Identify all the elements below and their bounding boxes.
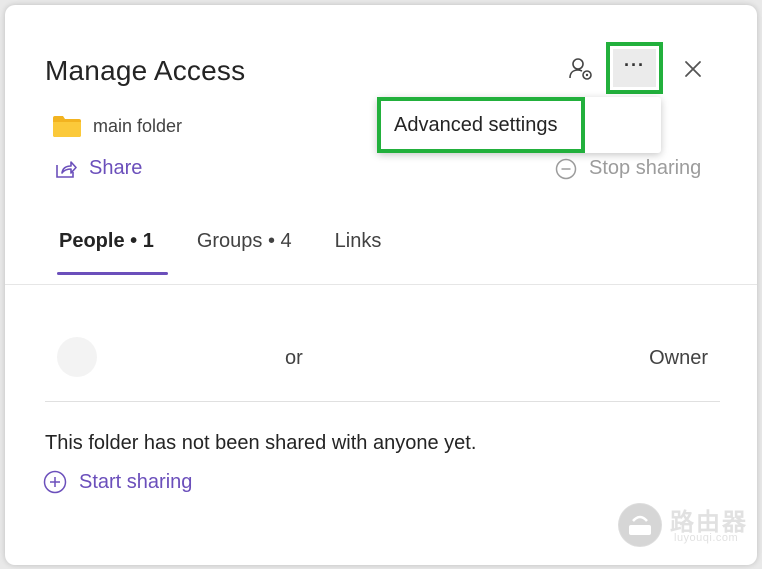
person-name: or	[285, 347, 303, 369]
close-icon	[685, 61, 701, 77]
share-label: Share	[89, 157, 143, 179]
stop-sharing-button[interactable]: Stop sharing	[555, 157, 701, 180]
dialog-title: Manage Access	[45, 55, 246, 86]
people-settings-button[interactable]	[565, 53, 597, 85]
watermark: 路由器 luyouqi.com	[618, 500, 758, 550]
manage-access-dialog: Manage Access ··· main folder Share Stop…	[5, 5, 757, 565]
start-sharing-button[interactable]: Start sharing	[43, 470, 192, 494]
share-icon	[56, 160, 77, 178]
tab-people[interactable]: People • 1	[45, 227, 168, 275]
more-options-menu: Advanced settings	[377, 97, 661, 153]
folder-icon	[53, 116, 81, 137]
more-options-button[interactable]: ···	[606, 42, 663, 94]
menu-item-advanced-settings[interactable]: Advanced settings	[377, 97, 585, 153]
role-dropdown[interactable]: Owner	[649, 347, 708, 370]
tabs-divider	[5, 284, 757, 285]
share-button[interactable]: Share	[55, 157, 142, 180]
router-logo-icon	[618, 503, 662, 547]
watermark-subtitle: luyouqi.com	[674, 532, 739, 544]
start-sharing-label: Start sharing	[79, 470, 193, 493]
list-item[interactable]: or Owner	[45, 327, 720, 391]
tab-links[interactable]: Links	[321, 227, 396, 275]
close-button[interactable]	[679, 55, 707, 83]
stop-sharing-label: Stop sharing	[589, 157, 702, 179]
avatar	[57, 337, 97, 377]
ellipsis-icon: ···	[613, 49, 656, 87]
folder-name: main folder	[93, 115, 183, 136]
people-settings-icon	[569, 58, 592, 80]
plus-circle-icon	[43, 470, 67, 494]
access-tabs: People • 1 Groups • 4 Links	[45, 227, 410, 275]
minus-circle-icon	[555, 158, 577, 179]
divider	[45, 401, 720, 402]
tab-groups[interactable]: Groups • 4	[183, 227, 306, 275]
folder-info: main folder	[53, 115, 182, 137]
empty-state-message: This folder has not been shared with any…	[45, 432, 477, 454]
